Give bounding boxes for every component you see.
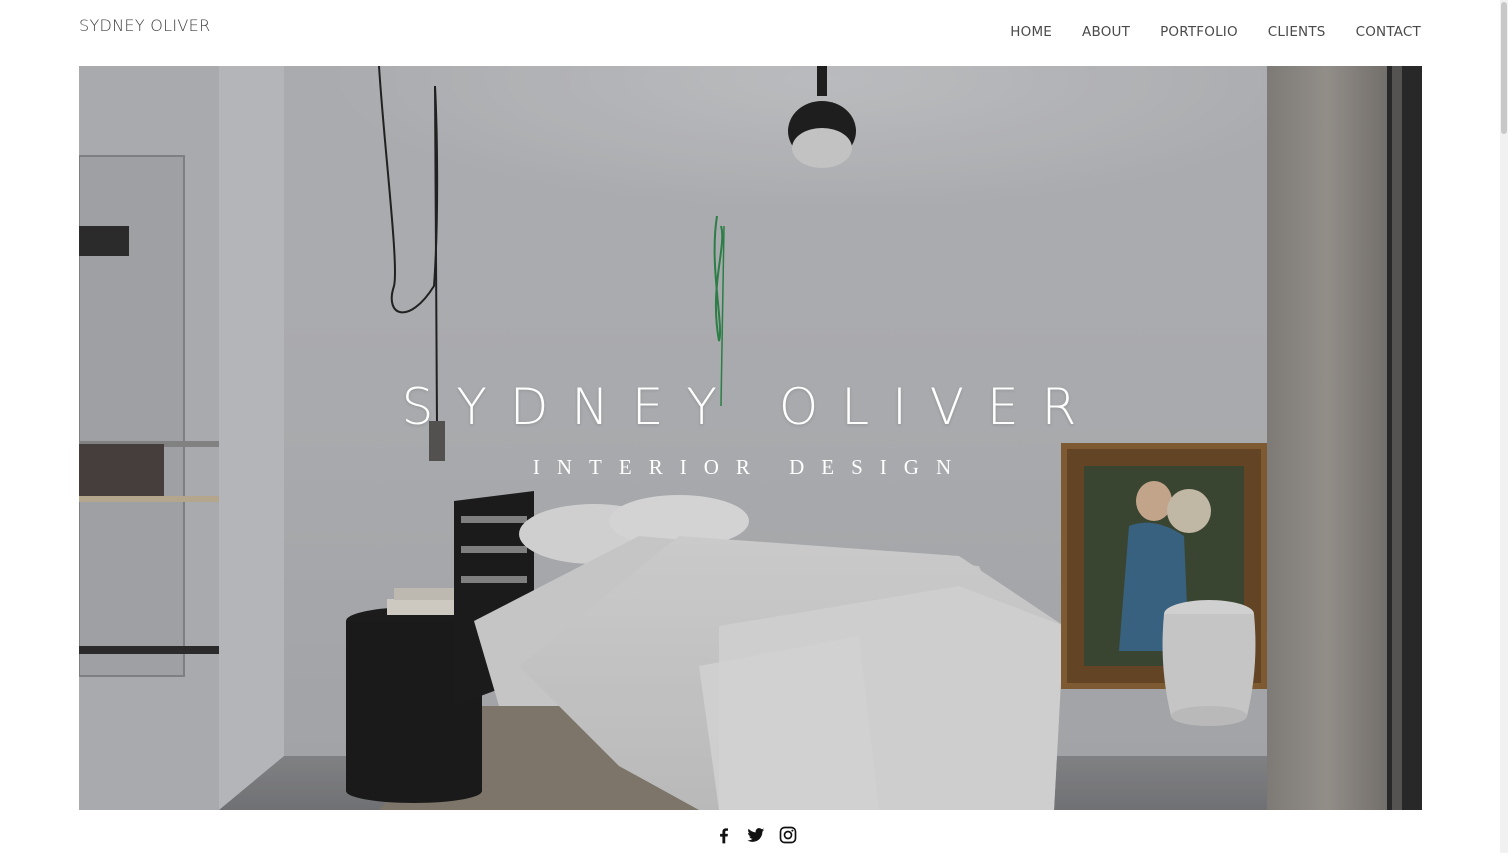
twitter-link[interactable] — [746, 825, 766, 845]
site-logo[interactable]: SYDNEY OLIVER — [79, 16, 211, 35]
instagram-icon — [779, 826, 797, 844]
hero-banner: SYDNEY OLIVER INTERIOR DESIGN — [79, 66, 1422, 810]
nav-about[interactable]: ABOUT — [1082, 23, 1130, 41]
page-scrollbar[interactable] — [1500, 0, 1508, 853]
hero-title: SYDNEY OLIVER — [401, 378, 1100, 436]
nav-clients[interactable]: CLIENTS — [1268, 23, 1326, 41]
facebook-link[interactable] — [714, 825, 734, 845]
twitter-icon — [747, 828, 765, 842]
instagram-link[interactable] — [778, 825, 798, 845]
scrollbar-thumb[interactable] — [1501, 2, 1507, 134]
nav-contact[interactable]: CONTACT — [1356, 23, 1421, 41]
hero-subtitle: INTERIOR DESIGN — [532, 455, 969, 479]
hero-overlay — [79, 66, 1422, 810]
nav-portfolio[interactable]: PORTFOLIO — [1160, 23, 1238, 41]
nav-home[interactable]: HOME — [1010, 23, 1052, 41]
facebook-icon — [720, 828, 728, 844]
social-links — [0, 825, 1508, 845]
main-nav: HOME ABOUT PORTFOLIO CLIENTS CONTACT — [1010, 23, 1421, 41]
